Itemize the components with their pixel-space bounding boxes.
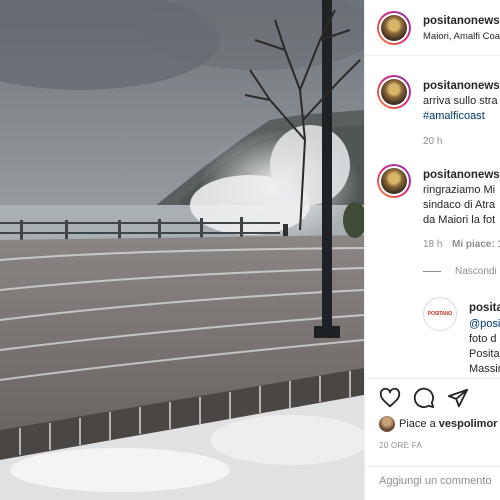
comment-2: positanonews ringraziamo Mi sindaco di A…: [365, 164, 500, 254]
header-username[interactable]: positanonews: [423, 15, 500, 27]
reply-mention[interactable]: @posi: [469, 317, 500, 331]
share-icon[interactable]: [447, 387, 469, 409]
comment-text: arriva sullo stra: [423, 95, 498, 107]
comment-text-line: da Maiori la fot: [423, 214, 496, 226]
comment-time[interactable]: 20 h: [423, 136, 442, 147]
likes-summary[interactable]: Piace a vespolimor: [379, 416, 497, 432]
reply-text-line: Massin: [469, 363, 500, 375]
comment-text-line: ringraziamo Mi: [423, 184, 496, 196]
post-timestamp[interactable]: 20 ORE FA: [379, 441, 422, 450]
comment-username[interactable]: positanonews: [423, 169, 500, 181]
reply-text-line: Positan: [469, 348, 500, 360]
comment-time[interactable]: 18 h: [423, 239, 442, 250]
add-comment-input[interactable]: [379, 475, 500, 487]
profile-avatar[interactable]: [377, 11, 411, 45]
comment-1: positanonews arriva sullo stra #amalfico…: [365, 74, 500, 154]
post-side-panel: positanonews Maiori, Amalfi Coast posita…: [364, 0, 500, 500]
storm-seafront-image: [0, 0, 364, 500]
comment-avatar[interactable]: [377, 75, 411, 109]
likes-user[interactable]: vespolimor: [439, 418, 498, 430]
reply-text-line: foto d: [469, 333, 497, 345]
comment-likes[interactable]: Mi piace: 1: [452, 239, 500, 250]
reply-avatar[interactable]: POSITANO: [423, 297, 457, 331]
post-photo[interactable]: [0, 0, 364, 500]
reply-avatar-brand: POSITANO: [427, 311, 453, 317]
comment-icon[interactable]: [413, 387, 435, 409]
comment-avatar[interactable]: [377, 164, 411, 198]
heart-icon[interactable]: [379, 387, 401, 409]
add-comment-bar: [365, 466, 500, 500]
hide-replies-label: Nascondi: [455, 266, 497, 277]
divider-line: [423, 270, 441, 272]
comment-hashtag[interactable]: #amalficoast: [423, 109, 485, 123]
reply-comment: POSITANO posita @posi foto d Positan Mas…: [365, 296, 500, 376]
liker-avatar: [379, 416, 395, 432]
reply-username[interactable]: posita: [469, 302, 500, 314]
hide-replies-button[interactable]: Nascondi: [423, 266, 497, 277]
comment-likes-text[interactable]: Mi piace: 1: [452, 239, 500, 250]
action-bar: [365, 378, 500, 414]
post-header: positanonews Maiori, Amalfi Coast: [365, 0, 500, 56]
header-location[interactable]: Maiori, Amalfi Coast: [423, 31, 500, 42]
comment-username[interactable]: positanonews: [423, 80, 500, 92]
comment-text-line: sindaco di Atra: [423, 199, 496, 211]
likes-prefix: Piace a: [399, 417, 436, 430]
